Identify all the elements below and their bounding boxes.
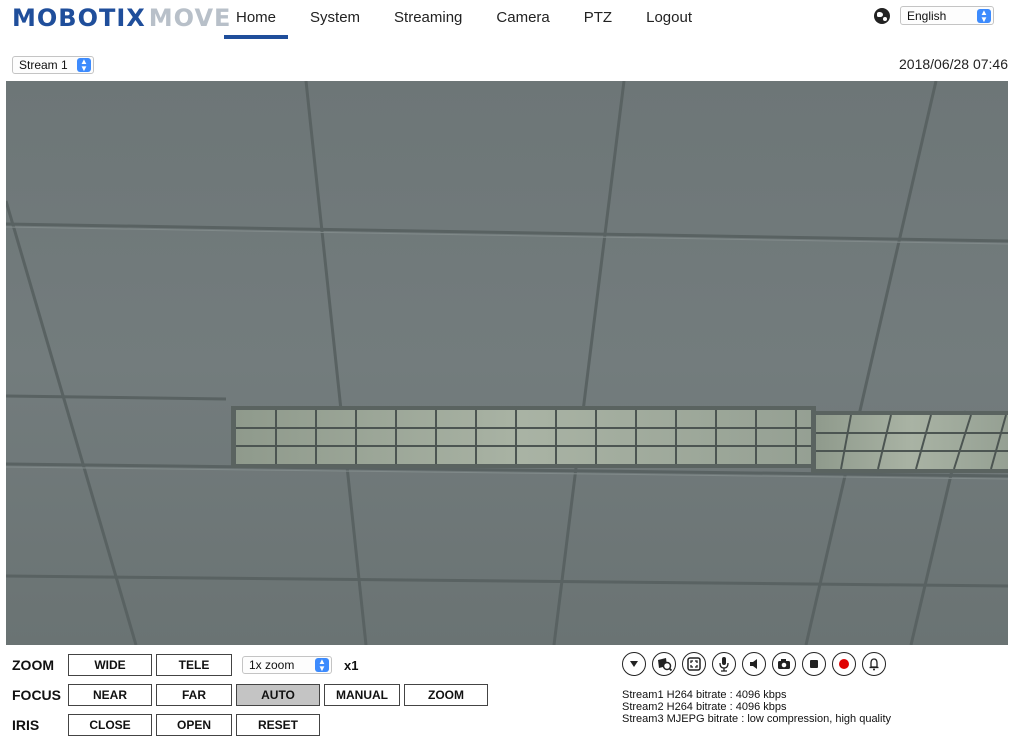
focus-controls: FOCUS NEAR FAR AUTO MANUAL ZOOM (12, 684, 492, 706)
sub-bar: Stream 1 ▲ ▼ 2018/06/28 07:46 (0, 54, 1018, 78)
nav-camera[interactable]: Camera (484, 0, 561, 36)
zoom-wide-button[interactable]: WIDE (68, 654, 152, 676)
iris-open-button[interactable]: OPEN (156, 714, 232, 736)
mobotix-move-logo: MOBOTIX MOVE (12, 4, 231, 32)
speaker-icon[interactable] (742, 652, 766, 676)
nav-ptz[interactable]: PTZ (572, 0, 624, 36)
zoom-controls: ZOOM WIDE TELE 1x zoom ▲ ▼ x1 (12, 654, 358, 676)
record-icon[interactable] (832, 652, 856, 676)
globe-icon (874, 7, 890, 24)
focus-auto-button[interactable]: AUTO (236, 684, 320, 706)
focus-far-button[interactable]: FAR (156, 684, 232, 706)
stream-info: Stream1 H264 bitrate : 4096 kbps Stream2… (622, 689, 891, 725)
snapshot-icon[interactable] (772, 652, 796, 676)
nav-streaming[interactable]: Streaming (382, 0, 474, 36)
camera-datetime: 2018/06/28 07:46 (899, 56, 1008, 72)
focus-near-button[interactable]: NEAR (68, 684, 152, 706)
focus-zoom-button[interactable]: ZOOM (404, 684, 488, 706)
iris-controls: IRIS CLOSE OPEN RESET (12, 714, 324, 736)
fullscreen-icon[interactable] (682, 652, 706, 676)
nav-logout[interactable]: Logout (634, 0, 704, 36)
zoom-label: ZOOM (12, 657, 54, 673)
header-bar: MOBOTIX MOVE Home System Streaming Camera… (0, 0, 1018, 46)
stream2-info: Stream2 H264 bitrate : 4096 kbps (622, 701, 787, 713)
alarm-bell-icon[interactable] (862, 652, 886, 676)
iris-label: IRIS (12, 717, 40, 733)
live-video-view[interactable] (6, 81, 1008, 645)
logo-sub-text: MOVE (148, 4, 232, 32)
microphone-icon[interactable] (712, 652, 736, 676)
nav-system[interactable]: System (298, 0, 372, 36)
zoom-level-select-value: 1x zoom (249, 658, 295, 672)
nav-home[interactable]: Home (224, 0, 289, 39)
video-toolbar (622, 652, 892, 676)
zoom-level-select[interactable]: 1x zoom ▲ ▼ (242, 656, 332, 674)
logo-main-text: MOBOTIX (12, 4, 146, 32)
language-select[interactable]: English ▲ ▼ (900, 6, 994, 25)
stream-select[interactable]: Stream 1 ▲ ▼ (12, 56, 94, 74)
stream3-info: Stream3 MJEPG bitrate : low compression,… (622, 713, 892, 725)
select-arrows-icon: ▲ ▼ (977, 8, 991, 23)
language-select-value: English (907, 8, 947, 23)
language-area: English ▲ ▼ (874, 6, 994, 25)
stream1-info: Stream1 H264 bitrate : 4096 kbps (622, 689, 787, 701)
zoom-level-indicator: x1 (344, 657, 359, 673)
iris-reset-button[interactable]: RESET (236, 714, 320, 736)
main-nav: Home System Streaming Camera PTZ Logout (224, 0, 714, 40)
stop-icon[interactable] (802, 652, 826, 676)
stream-select-value: Stream 1 (19, 58, 68, 72)
zoom-tele-button[interactable]: TELE (156, 654, 232, 676)
focus-label: FOCUS (12, 687, 61, 703)
select-arrows-icon: ▲ ▼ (77, 58, 91, 73)
ceiling-camera-image (6, 81, 1008, 645)
privacy-mask-icon[interactable] (652, 652, 676, 676)
select-arrows-icon: ▲ ▼ (315, 658, 329, 673)
iris-close-button[interactable]: CLOSE (68, 714, 152, 736)
focus-manual-button[interactable]: MANUAL (324, 684, 400, 706)
dropdown-icon[interactable] (622, 652, 646, 676)
